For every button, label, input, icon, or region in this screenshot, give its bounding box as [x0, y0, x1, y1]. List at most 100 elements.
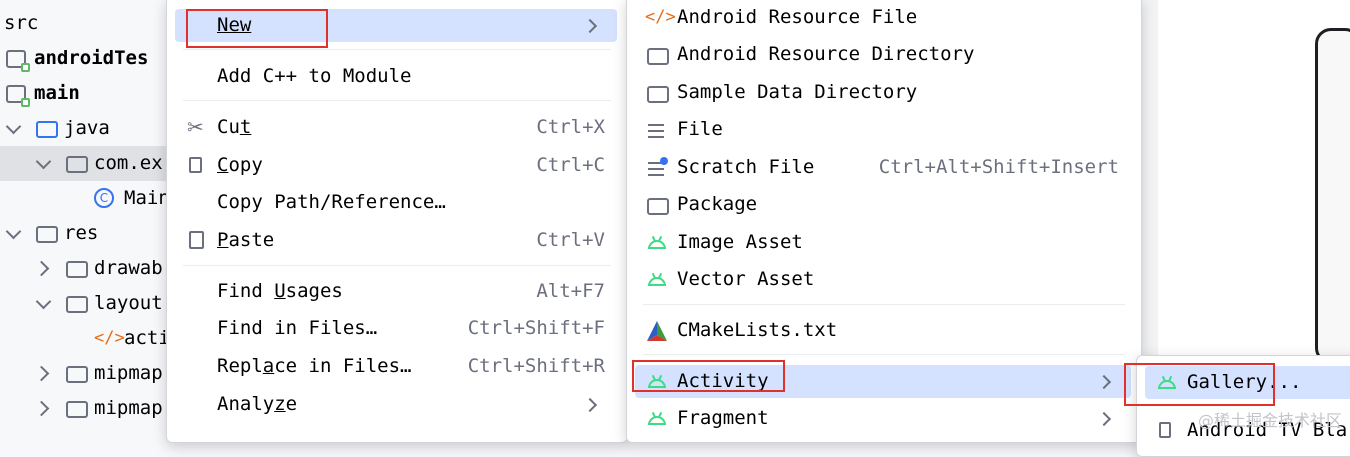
paste-icon — [189, 231, 204, 249]
menu-item-image-asset[interactable]: Image Asset — [635, 226, 1131, 259]
menu-item-sample-data-directory[interactable]: Sample Data Directory — [635, 76, 1131, 109]
menu-separator — [183, 100, 611, 101]
cmake-icon — [647, 321, 667, 341]
menu-item-label: Image Asset — [677, 231, 803, 253]
menu-item-copy-path[interactable]: Copy Path/Reference… — [175, 186, 617, 219]
shortcut-label: Ctrl+X — [536, 116, 605, 138]
scissors-icon: ✂ — [187, 115, 204, 139]
tree-item-src[interactable]: src — [4, 6, 38, 41]
chevron-right-icon — [582, 18, 598, 34]
tree-item-package[interactable]: com.ex — [0, 146, 170, 181]
menu-item-vector-asset[interactable]: Vector Asset — [635, 263, 1131, 296]
menu-item-cut[interactable]: ✂ Cut Ctrl+X — [175, 111, 617, 144]
highlight-box — [632, 360, 785, 392]
menu-item-label: Cut — [217, 116, 252, 138]
tree-item-activity-layout[interactable]: </> acti — [0, 321, 170, 356]
module-folder-icon — [6, 50, 30, 72]
chevron-right-icon[interactable] — [33, 260, 50, 277]
menu-item-label: Copy Path/Reference… — [217, 191, 446, 213]
chevron-down-icon[interactable] — [35, 153, 52, 170]
menu-item-label: Fragment — [677, 407, 769, 429]
folder-icon — [66, 366, 88, 383]
tree-item-drawable[interactable]: drawab — [0, 251, 170, 286]
menu-item-add-cpp[interactable]: Add C++ to Module — [175, 60, 617, 93]
folder-icon — [647, 48, 669, 65]
menu-item-copy[interactable]: Copy Ctrl+C — [175, 149, 617, 182]
chevron-right-icon[interactable] — [33, 400, 50, 417]
new-submenu: </> Android Resource File Android Resour… — [626, 0, 1142, 443]
chevron-down-icon[interactable] — [5, 223, 22, 240]
shortcut-label: Ctrl+Alt+Shift+Insert — [878, 156, 1119, 178]
tree-item-mainactivity[interactable]: C Main — [0, 181, 170, 216]
android-icon — [648, 240, 666, 249]
menu-item-android-resource-directory[interactable]: Android Resource Directory — [635, 38, 1131, 71]
resource-folder-icon — [36, 226, 58, 243]
scratch-badge-icon — [660, 157, 668, 165]
package-icon — [647, 198, 669, 215]
context-menu: New Add C++ to Module ✂ Cut Ctrl+X Copy … — [166, 0, 628, 443]
menu-item-android-resource-file[interactable]: </> Android Resource File — [635, 1, 1131, 34]
source-folder-icon — [36, 121, 58, 138]
menu-item-paste[interactable]: Paste Ctrl+V — [175, 224, 617, 257]
tree-item-label: androidTes — [34, 47, 149, 69]
chevron-right-icon[interactable] — [33, 365, 50, 382]
tree-item-label: main — [34, 82, 80, 104]
menu-item-scratch-file[interactable]: Scratch File Ctrl+Alt+Shift+Insert — [635, 151, 1131, 184]
menu-item-label: Copy — [217, 154, 263, 176]
package-icon — [66, 156, 88, 173]
text-file-icon — [648, 124, 664, 138]
menu-item-label: Find Usages — [217, 280, 343, 302]
menu-item-find-in-files[interactable]: Find in Files… Ctrl+Shift+F — [175, 312, 617, 345]
menu-item-find-usages[interactable]: Find Usages Alt+F7 — [175, 275, 617, 308]
menu-item-label: Android Resource Directory — [677, 43, 975, 65]
chevron-down-icon[interactable] — [35, 293, 52, 310]
tree-item-label: layout — [94, 292, 163, 314]
chevron-right-icon — [582, 397, 598, 413]
folder-icon — [66, 261, 88, 278]
tree-item-label: res — [64, 222, 99, 244]
chevron-down-icon[interactable] — [5, 118, 22, 135]
shortcut-label: Alt+F7 — [536, 280, 605, 302]
tree-item-label: com.ex — [94, 152, 163, 174]
menu-item-package[interactable]: Package — [635, 188, 1131, 221]
tree-item-layout[interactable]: layout — [0, 286, 170, 321]
module-folder-icon — [6, 85, 30, 107]
tree-item-mipmap-2[interactable]: mipmap — [0, 391, 170, 426]
menu-item-analyze[interactable]: Analyze — [175, 388, 617, 421]
tree-item-label: acti — [124, 327, 170, 349]
folder-icon — [647, 86, 669, 103]
tree-item-mipmap-1[interactable]: mipmap — [0, 356, 170, 391]
tree-item-label: mipmap — [94, 397, 163, 419]
menu-separator — [183, 265, 611, 266]
menu-item-file[interactable]: File — [635, 113, 1131, 146]
tree-item-res[interactable]: res — [0, 216, 170, 251]
xml-file-icon: </> — [645, 7, 676, 27]
android-icon — [648, 277, 666, 286]
device-preview — [1315, 28, 1350, 364]
android-icon — [648, 416, 666, 425]
menu-item-replace-in-files[interactable]: Replace in Files… Ctrl+Shift+R — [175, 350, 617, 383]
tree-item-label: Main — [124, 187, 170, 209]
tree-item-label: drawab — [94, 257, 163, 279]
copy-icon — [189, 157, 202, 173]
menu-item-label: Vector Asset — [677, 268, 815, 290]
project-tree: src androidTes main java com.ex C Main r… — [0, 0, 170, 437]
menu-item-label: Add C++ to Module — [217, 65, 412, 87]
shortcut-label: Ctrl+C — [536, 154, 605, 176]
menu-separator — [643, 354, 1125, 355]
tree-item-label: src — [4, 12, 39, 34]
watermark: @稀土掘金技术社区 — [1197, 411, 1342, 430]
tree-item-java[interactable]: java — [0, 111, 170, 146]
menu-item-cmakelists[interactable]: CMakeLists.txt — [635, 314, 1131, 347]
xml-file-icon: </> — [94, 328, 125, 348]
menu-item-label: CMakeLists.txt — [677, 319, 838, 341]
class-icon: C — [94, 188, 114, 208]
highlight-box — [186, 9, 328, 48]
folder-icon — [66, 296, 88, 313]
menu-item-label: Analyze — [217, 393, 298, 415]
menu-item-label: Scratch File — [677, 156, 815, 178]
highlight-box — [1124, 363, 1275, 406]
menu-item-fragment[interactable]: Fragment — [635, 402, 1131, 435]
menu-item-label: Paste — [217, 229, 275, 251]
tree-item-label: java — [64, 117, 110, 139]
